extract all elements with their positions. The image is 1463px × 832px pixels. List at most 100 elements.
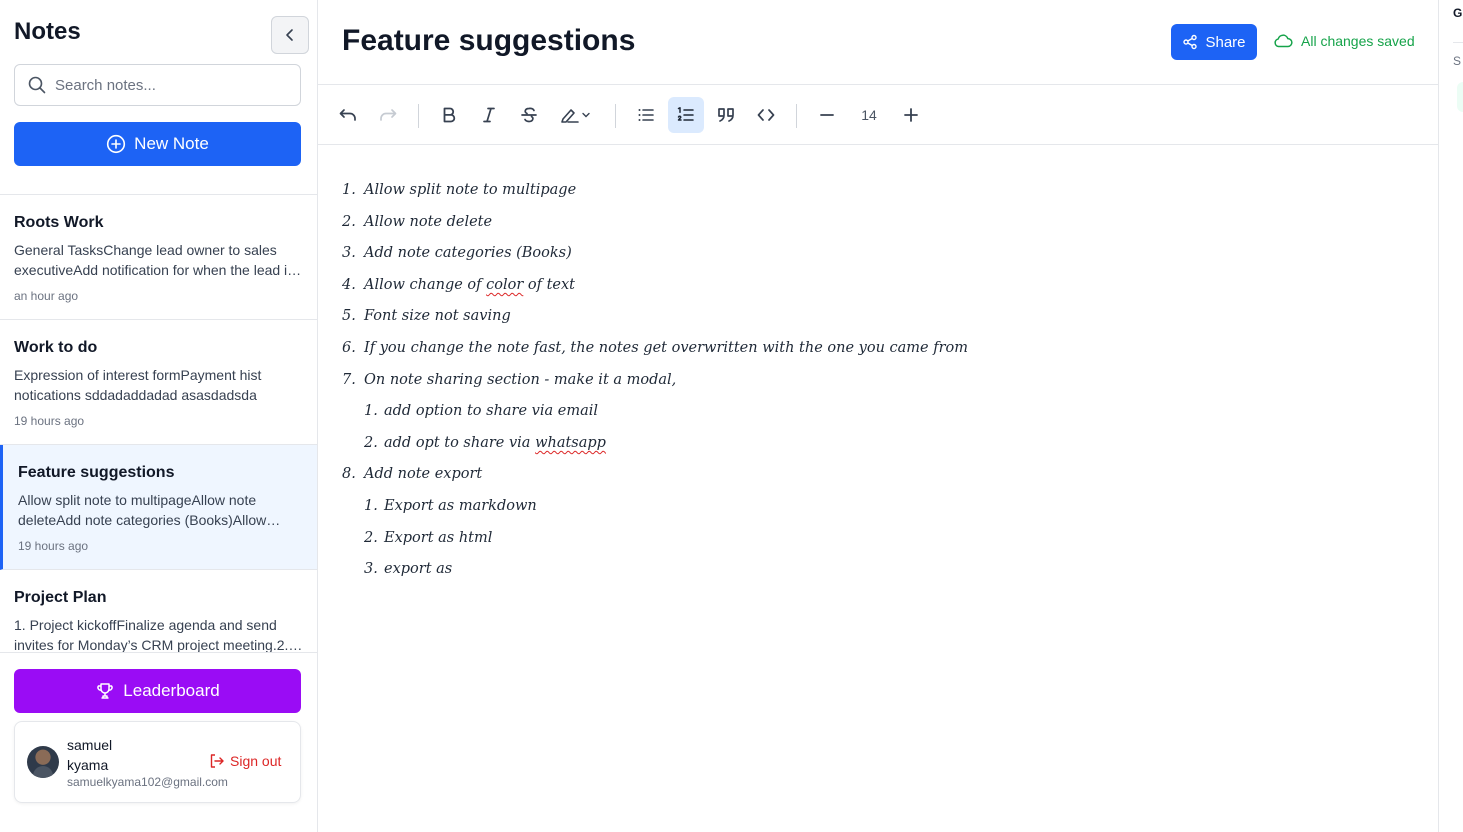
undo-icon (339, 109, 356, 121)
right-panel-label: S (1453, 54, 1462, 68)
list-text: Allow change of (364, 276, 487, 293)
share-label: Share (1205, 33, 1246, 51)
share-button[interactable]: Share (1171, 24, 1257, 60)
note-editor[interactable]: 1. Allow split note to multipage 2. Allow … (342, 175, 1342, 586)
increase-font-size-button[interactable] (893, 97, 929, 133)
list-item: 3. Add note categories (Books) (342, 238, 1342, 270)
save-status-text: All changes saved (1301, 33, 1415, 49)
redo-button[interactable] (370, 97, 406, 133)
user-card: samuel kyama samuelkyama102@gmail.com Si… (14, 721, 301, 803)
right-panel-item[interactable] (1457, 82, 1463, 112)
leaderboard-label: Leaderboard (123, 681, 220, 700)
search-input[interactable] (55, 76, 285, 94)
list-number: 4. (342, 276, 356, 293)
decrease-font-size-button[interactable] (809, 97, 845, 133)
list-item: 8. Add note export (342, 459, 1342, 491)
sidebar: Notes New Note Roots Work General TasksC… (0, 0, 318, 832)
list-number: 1. (364, 403, 378, 420)
misspelled-word: whatsapp (535, 434, 606, 451)
list-number: 3. (342, 245, 356, 262)
right-panel: G S (1438, 0, 1463, 832)
user-email: samuelkyama102@gmail.com (67, 775, 228, 789)
note-preview: Expression of interest formPayment hist … (14, 367, 262, 403)
collapse-sidebar-button[interactable] (271, 16, 309, 54)
list-item: 6. If you change the note fast, the notes… (342, 333, 1342, 365)
quote-icon (718, 108, 734, 122)
italic-icon (483, 107, 495, 123)
list-number: 1. (364, 497, 378, 514)
sign-out-icon (210, 754, 224, 768)
note-time: an hour ago (14, 289, 79, 303)
bullet-list-button[interactable] (628, 97, 664, 133)
list-number: 2. (364, 529, 378, 546)
note-title: Feature suggestions (18, 464, 175, 481)
nested-list-item: 2. add opt to share via whatsapp (342, 428, 1342, 460)
list-text: Font size not saving (364, 308, 511, 325)
note-preview: Allow split note to multipageAllow note … (18, 492, 267, 528)
list-text: export as (384, 561, 453, 578)
bold-button[interactable] (431, 97, 467, 133)
list-number: 8. (342, 466, 356, 483)
list-text: Add note export (364, 466, 483, 483)
note-item-project-plan[interactable]: Project Plan 1. Project kickoffFinalize … (0, 570, 317, 652)
divider (0, 652, 318, 653)
strikethrough-button[interactable] (511, 97, 547, 133)
list-text: If you change the note fast, the notes g… (364, 339, 968, 356)
redo-icon (380, 109, 397, 121)
note-time: 19 hours ago (14, 414, 85, 428)
undo-button[interactable] (330, 97, 366, 133)
minus-icon (820, 114, 834, 116)
user-name: samuel kyama (67, 737, 113, 773)
list-item: 4. Allow change of color of text (342, 270, 1342, 302)
list-text: Export as markdown (384, 497, 537, 514)
plus-circle-icon (107, 134, 126, 154)
code-button[interactable] (748, 97, 784, 133)
list-text: Allow note delete (364, 213, 493, 230)
toolbar-separator (615, 104, 616, 128)
nested-list-item: 3. export as (342, 554, 1342, 586)
italic-button[interactable] (471, 97, 507, 133)
note-title-heading[interactable]: Feature suggestions (342, 24, 635, 58)
chevron-down-icon (582, 112, 590, 118)
list-item: 2. Allow note delete (342, 207, 1342, 239)
note-item-roots-work[interactable]: Roots Work General TasksChange lead owne… (0, 195, 317, 320)
note-time: 19 hours ago (18, 539, 89, 553)
search-box[interactable] (14, 64, 301, 106)
list-text: add opt to share via (384, 434, 536, 451)
bullet-list-icon (638, 109, 654, 121)
new-note-button[interactable]: New Note (14, 122, 301, 166)
divider (1453, 42, 1463, 43)
highlight-dropdown-button[interactable] (551, 97, 599, 133)
share-icon (1183, 34, 1198, 50)
list-number: 3. (364, 561, 378, 578)
toolbar-separator (418, 104, 419, 128)
trophy-icon (97, 683, 114, 699)
note-title: Work to do (14, 339, 98, 356)
misspelled-word: color (486, 276, 524, 293)
list-item: 5. Font size not saving (342, 301, 1342, 333)
list-number: 7. (342, 371, 356, 388)
list-item: 7. On note sharing section - make it a mo… (342, 365, 1342, 397)
sign-out-button[interactable]: Sign out (209, 753, 281, 769)
nested-list-item: 2. Export as html (342, 523, 1342, 555)
sidebar-title: Notes (14, 18, 81, 45)
list-number: 2. (342, 213, 356, 230)
new-note-label: New Note (134, 134, 209, 153)
list-number: 5. (342, 308, 356, 325)
right-panel-heading: G (1453, 6, 1463, 20)
note-title: Roots Work (14, 214, 104, 231)
ordered-list-button[interactable] (668, 97, 704, 133)
note-preview: General TasksChange lead owner to sales … (14, 242, 295, 278)
list-item: 1. Allow split note to multipage (342, 175, 1342, 207)
plus-icon (904, 108, 918, 122)
list-number: 6. (342, 339, 356, 356)
list-number: 2. (364, 434, 378, 451)
list-text: add option to share via email (384, 403, 599, 420)
leaderboard-button[interactable]: Leaderboard (14, 669, 301, 713)
toolbar-separator (796, 104, 797, 128)
note-title: Project Plan (14, 589, 107, 606)
font-size-value[interactable]: 14 (854, 107, 884, 123)
note-item-feature-suggestions[interactable]: Feature suggestions Allow split note to … (0, 445, 317, 570)
note-item-work-to-do[interactable]: Work to do Expression of interest formPa… (0, 320, 317, 445)
blockquote-button[interactable] (708, 97, 744, 133)
